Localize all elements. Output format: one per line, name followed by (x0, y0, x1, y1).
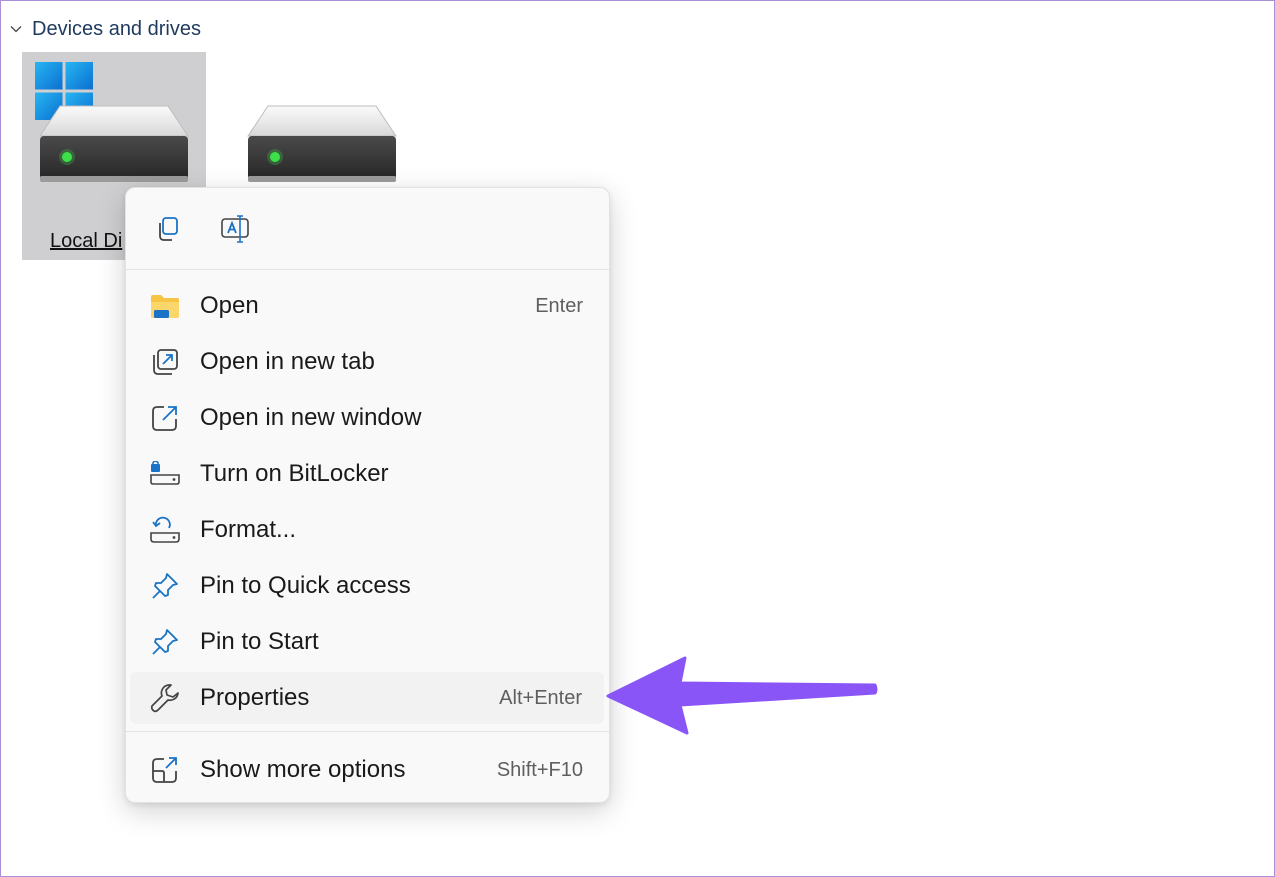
menu-item-pin-to-quick-access[interactable]: Pin to Quick access (126, 560, 609, 612)
hard-drive-icon (39, 105, 189, 182)
pin-icon (150, 627, 180, 657)
menu-item-shortcut: Shift+F10 (496, 758, 583, 781)
rename-icon (221, 214, 249, 243)
menu-item-label: Pin to Quick access (200, 572, 411, 599)
menu-item-pin-to-start[interactable]: Pin to Start (126, 616, 609, 668)
menu-item-label: Format... (200, 516, 297, 543)
menu-item-shortcut: Alt+Enter (499, 686, 582, 709)
folder-icon (150, 291, 180, 321)
context-menu: Open Enter Open in new tab Open in new w… (125, 187, 610, 803)
annotation-arrow-icon (606, 656, 878, 735)
menu-item-turn-on-bitlocker[interactable]: Turn on BitLocker (126, 448, 609, 500)
devices-and-drives-header[interactable]: Devices and drives (10, 14, 201, 44)
chevron-down-icon (10, 26, 22, 33)
menu-item-label: Open (200, 292, 259, 319)
pin-icon (150, 571, 180, 601)
new-window-icon (150, 403, 180, 433)
section-title: Devices and drives (32, 17, 201, 40)
menu-item-label: Pin to Start (200, 628, 319, 655)
copy-icon (159, 216, 178, 241)
menu-item-label: Open in new tab (200, 348, 375, 375)
wrench-icon (150, 683, 180, 713)
rename-button[interactable] (220, 213, 252, 245)
menu-item-properties[interactable]: Properties Alt+Enter (130, 672, 604, 724)
menu-item-label: Open in new window (200, 404, 422, 431)
new-tab-icon (150, 347, 180, 377)
context-menu-toolbar (126, 188, 609, 270)
menu-item-open-in-new-tab[interactable]: Open in new tab (126, 336, 609, 388)
menu-item-open[interactable]: Open Enter (126, 280, 609, 332)
menu-item-label: Properties (200, 684, 310, 711)
menu-item-shortcut: Enter (535, 294, 583, 317)
menu-item-format[interactable]: Format... (126, 504, 609, 556)
menu-separator (126, 731, 609, 732)
bitlocker-icon (150, 459, 180, 489)
hard-drive-icon (247, 105, 397, 182)
menu-item-label: Show more options (200, 756, 406, 783)
format-icon (150, 515, 180, 545)
copy-button[interactable] (152, 213, 184, 245)
menu-item-show-more-options[interactable]: Show more options Shift+F10 (126, 744, 609, 796)
more-options-icon (150, 755, 180, 785)
menu-item-open-in-new-window[interactable]: Open in new window (126, 392, 609, 444)
menu-item-label: Turn on BitLocker (200, 460, 389, 487)
